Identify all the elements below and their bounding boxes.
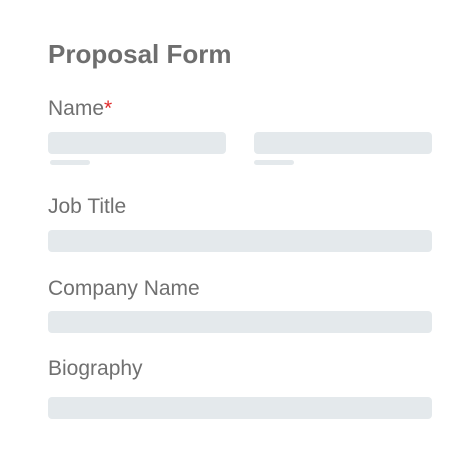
last-name-sublabel-placeholder	[254, 160, 294, 165]
form-title: Proposal Form	[48, 39, 232, 69]
first-name-input[interactable]	[48, 132, 226, 154]
biography-label: Biography	[48, 357, 143, 380]
biography-input[interactable]	[48, 397, 432, 419]
name-label-text: Name	[48, 97, 105, 120]
first-name-sublabel-placeholder	[50, 160, 90, 165]
company-name-label: Company Name	[48, 277, 200, 300]
job-title-input[interactable]	[48, 230, 432, 252]
company-name-input[interactable]	[48, 311, 432, 333]
required-marker: *	[104, 97, 113, 120]
proposal-form: Proposal Form Name* Job Title Company Na…	[48, 0, 432, 453]
job-title-label: Job Title	[48, 195, 127, 218]
last-name-input[interactable]	[254, 132, 432, 154]
name-label: Name*	[48, 96, 112, 122]
